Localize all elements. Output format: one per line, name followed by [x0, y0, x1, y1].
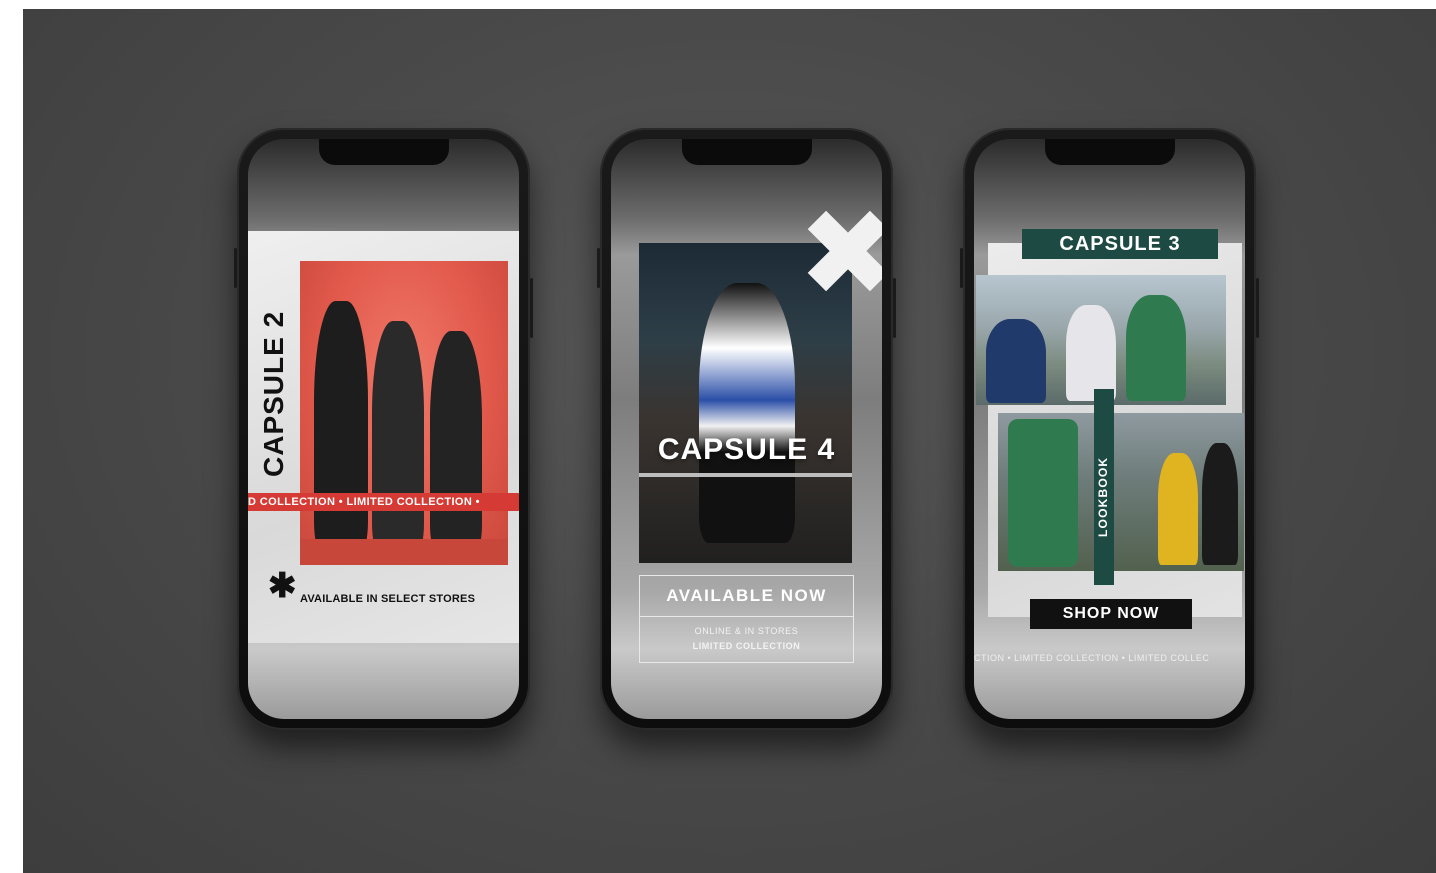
group-photo	[300, 261, 508, 565]
lookbook-label: LOOKBOOK	[1096, 456, 1110, 537]
channels-text: ONLINE & IN STORES	[694, 626, 799, 636]
model-photo	[639, 243, 852, 563]
asterisk-icon: ✱	[268, 567, 297, 605]
collection-ticker: CTION • LIMITED COLLECTION • LIMITED COL…	[974, 653, 1210, 663]
collection-band: D COLLECTION • LIMITED COLLECTION •	[248, 493, 519, 511]
availability-box: AVAILABLE NOW ONLINE & IN STORES LIMITED…	[639, 575, 854, 663]
phone-screen: CAPSULE 3 LOOKBOOK SHOP NOW CTION • LIMI…	[974, 139, 1245, 719]
phone-notch	[1044, 139, 1175, 165]
capsule-title: CAPSULE 2	[258, 310, 289, 477]
street-photo	[998, 413, 1244, 571]
bridge-photo	[976, 275, 1226, 405]
phone-notch	[318, 139, 449, 165]
availability-text: AVAILABLE IN SELECT STORES	[300, 593, 476, 605]
phone-capsule-4: CAPSULE 4 AVAILABLE NOW ONLINE & IN STOR…	[597, 128, 896, 730]
phone-capsule-3: CAPSULE 3 LOOKBOOK SHOP NOW CTION • LIMI…	[960, 128, 1259, 730]
available-now-label: AVAILABLE NOW	[640, 576, 853, 617]
capsule-title: CAPSULE 3	[1022, 229, 1218, 259]
shop-now-button[interactable]: SHOP NOW	[1030, 599, 1192, 629]
phone-notch	[681, 139, 812, 165]
capsule-title: CAPSULE 4	[657, 433, 836, 466]
limited-text: LIMITED COLLECTION	[692, 641, 801, 651]
phone-capsule-2: CAPSULE 2 D COLLECTION • LIMITED COLLECT…	[234, 128, 533, 730]
tape-x-graphic	[807, 210, 882, 292]
lookbook-strip: LOOKBOOK	[1094, 389, 1114, 585]
phone-screen: CAPSULE 4 AVAILABLE NOW ONLINE & IN STOR…	[611, 139, 882, 719]
phone-screen: CAPSULE 2 D COLLECTION • LIMITED COLLECT…	[248, 139, 519, 719]
crumpled-paper-poster: CAPSULE 2 D COLLECTION • LIMITED COLLECT…	[248, 231, 519, 643]
